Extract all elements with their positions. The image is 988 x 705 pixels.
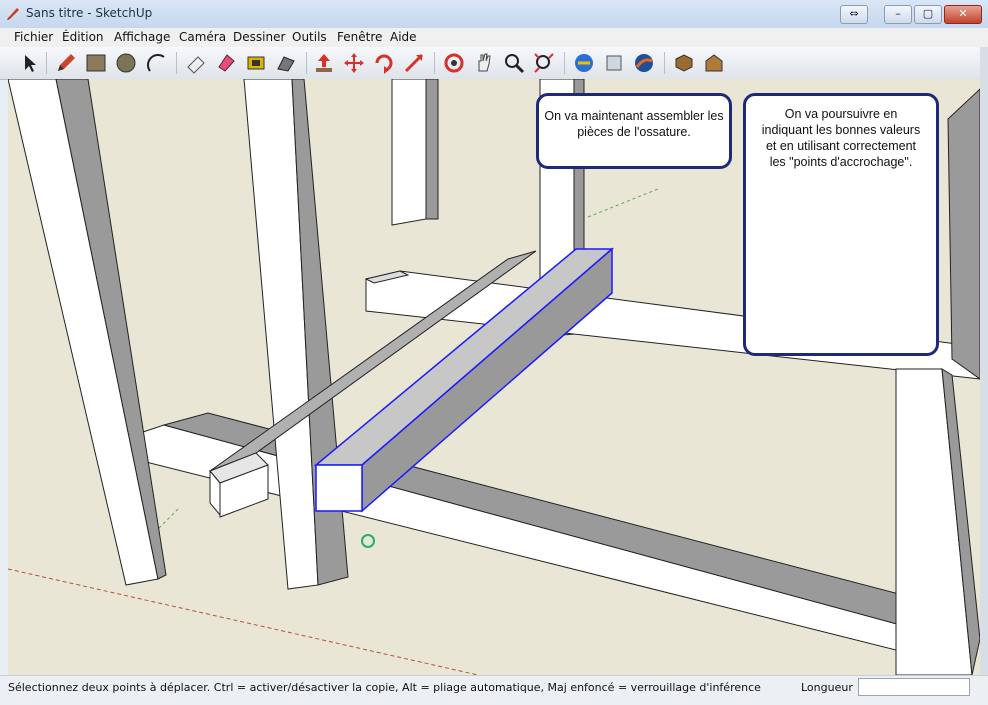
component-icon[interactable] — [672, 51, 696, 75]
pushpull-icon[interactable] — [312, 51, 336, 75]
zoom-icon[interactable] — [502, 51, 526, 75]
callout-right: On va poursuivre en indiquant les bonnes… — [743, 93, 939, 356]
rotate-icon[interactable] — [372, 51, 396, 75]
toolbar-separator — [306, 52, 307, 74]
toolbar-separator — [664, 52, 665, 74]
menu-camera[interactable]: Caméra — [179, 30, 226, 44]
title-bar: Sans titre - SketchUp ⇔ – ▢ ✕ — [0, 0, 988, 29]
menu-bar: Fichier Édition Affichage Caméra Dessine… — [0, 28, 988, 48]
select-icon[interactable] — [18, 51, 42, 75]
red-axis — [8, 568, 479, 675]
toolbar-separator — [564, 52, 565, 74]
pencil-icon[interactable] — [54, 51, 78, 75]
menu-fichier[interactable]: Fichier — [14, 30, 53, 44]
rectangle-icon[interactable] — [84, 51, 108, 75]
orbit-icon[interactable] — [442, 51, 466, 75]
inference-point — [361, 534, 375, 548]
zoom-extents-icon[interactable] — [532, 51, 556, 75]
arc-icon[interactable] — [144, 51, 168, 75]
google-earth-icon[interactable] — [632, 51, 656, 75]
sketchup-logo-icon — [7, 8, 19, 20]
maximize-button[interactable]: ▢ — [914, 5, 942, 24]
toolbar-separator — [46, 52, 47, 74]
toolbar-separator — [434, 52, 435, 74]
circle-icon[interactable] — [114, 51, 138, 75]
paint-icon[interactable] — [214, 51, 238, 75]
drawing-area[interactable]: On va maintenant assembler les pièces de… — [8, 79, 980, 675]
menu-aide[interactable]: Aide — [390, 30, 417, 44]
move-icon[interactable] — [342, 51, 366, 75]
callout-left: On va maintenant assembler les pièces de… — [536, 93, 732, 169]
status-bar: Sélectionnez deux points à déplacer. Ctr… — [0, 675, 988, 705]
measurements-input[interactable] — [858, 678, 970, 696]
offset-icon[interactable] — [244, 51, 268, 75]
menu-affichage[interactable]: Affichage — [114, 30, 170, 44]
follow-me-icon[interactable] — [274, 51, 298, 75]
status-message: Sélectionnez deux points à déplacer. Ctr… — [8, 681, 761, 694]
tool-bar — [0, 47, 988, 80]
middle-post — [243, 79, 349, 590]
window-right-border — [980, 47, 988, 704]
window-title: Sans titre - SketchUp — [26, 6, 153, 20]
menu-outils[interactable]: Outils — [292, 30, 327, 44]
minimize-button[interactable]: – — [884, 5, 912, 24]
eraser-icon[interactable] — [184, 51, 208, 75]
sketchup-window: Sans titre - SketchUp ⇔ – ▢ ✕ Fichier Éd… — [0, 0, 988, 705]
green-axis — [587, 188, 659, 218]
geo-location-icon[interactable] — [572, 51, 596, 75]
section-icon[interactable] — [602, 51, 626, 75]
scale-icon[interactable] — [402, 51, 426, 75]
menu-edition[interactable]: Édition — [62, 30, 104, 44]
toolbar-separator — [176, 52, 177, 74]
restore-button[interactable]: ⇔ — [840, 5, 868, 24]
measurements-label: Longueur — [801, 681, 853, 694]
left-post — [8, 79, 167, 586]
close-button[interactable]: ✕ — [944, 5, 982, 24]
menu-fenetre[interactable]: Fenêtre — [337, 30, 382, 44]
warehouse-icon[interactable] — [702, 51, 726, 75]
pan-icon[interactable] — [472, 51, 496, 75]
menu-dessiner[interactable]: Dessiner — [233, 30, 285, 44]
